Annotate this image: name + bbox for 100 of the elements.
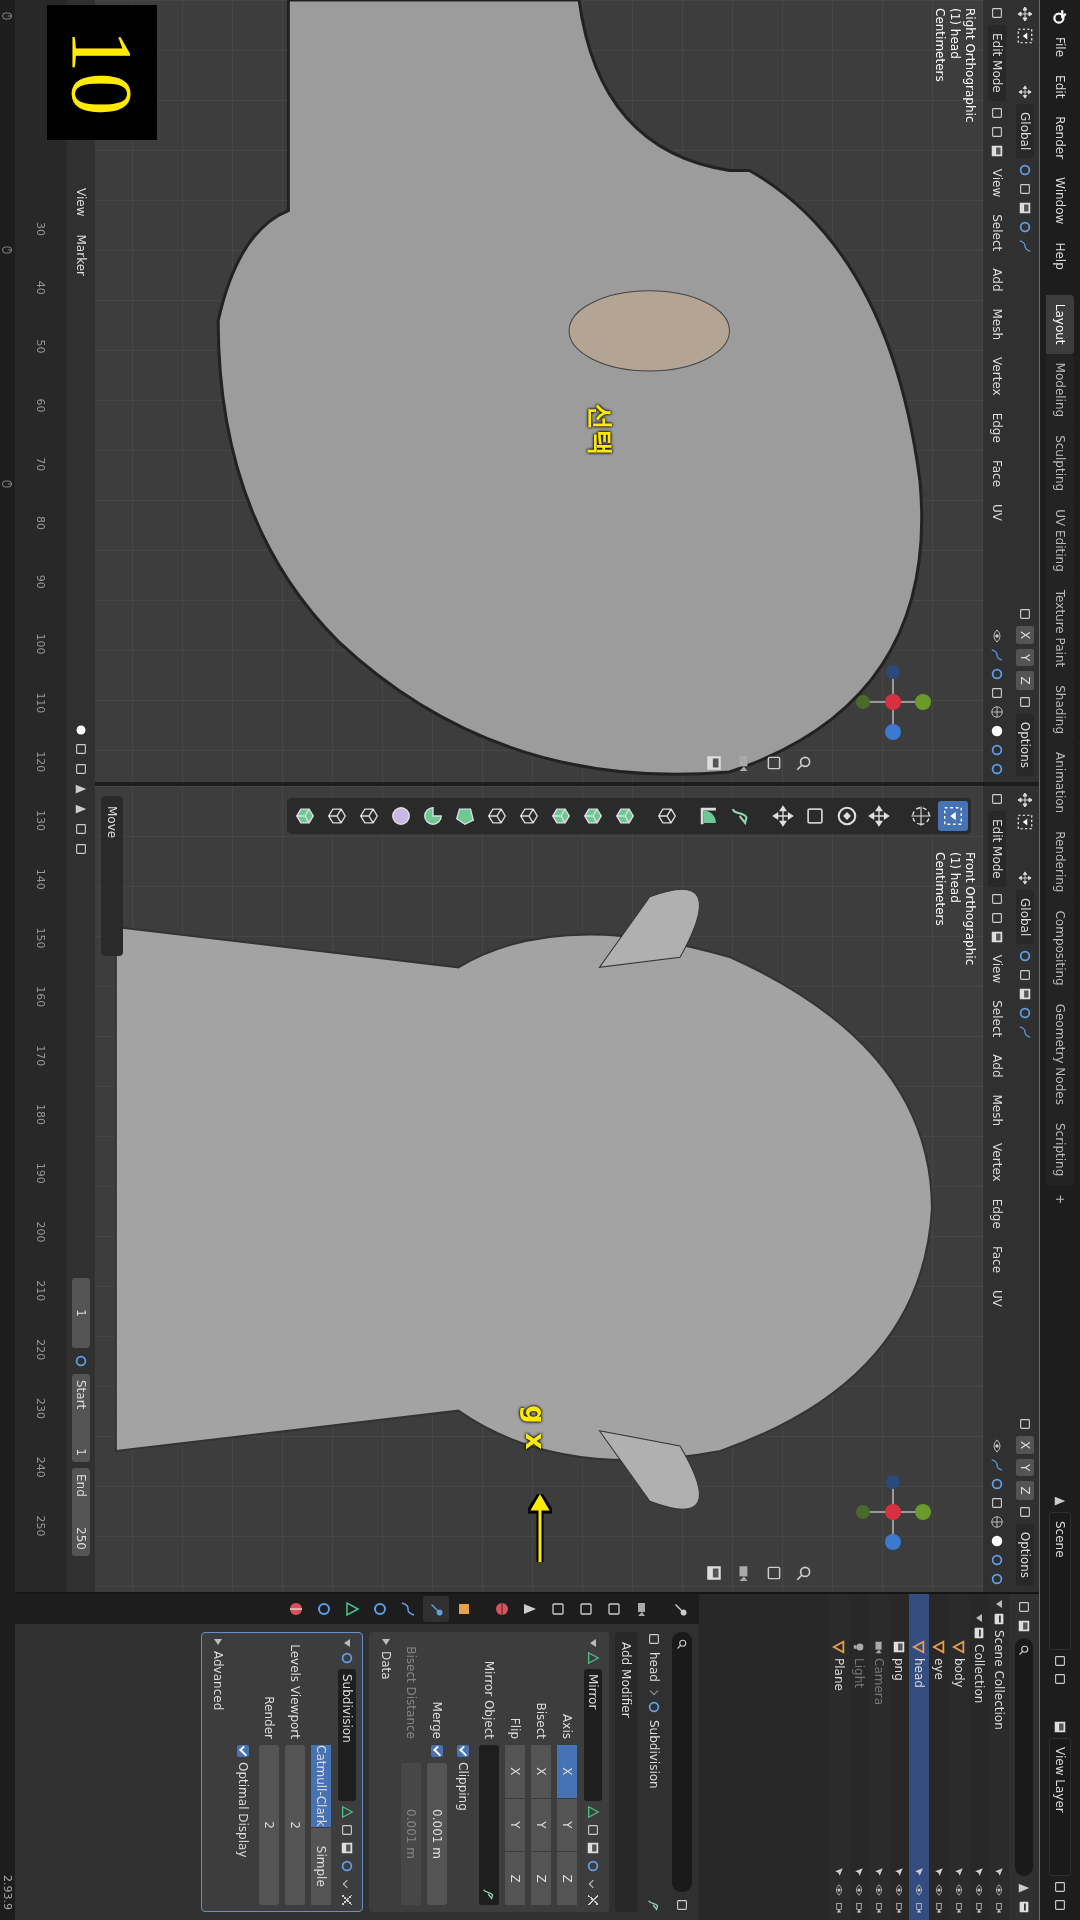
outliner-item-name: png bbox=[892, 1658, 906, 1683]
outliner-item-name: Collection bbox=[972, 1644, 986, 1706]
workspace-tab[interactable]: Texture Paint bbox=[1046, 580, 1074, 677]
end-frame-field[interactable]: End 250 bbox=[72, 1467, 90, 1556]
field-label: Bisect bbox=[534, 1701, 548, 1739]
header-menu[interactable]: Edge bbox=[987, 406, 1007, 449]
options-dropdown[interactable]: Options bbox=[1016, 713, 1034, 776]
axis-toggle[interactable]: Z bbox=[557, 1852, 577, 1905]
frame-number: 130 bbox=[34, 809, 48, 833]
frame-number: 220 bbox=[34, 1339, 48, 1363]
menu-item[interactable]: File bbox=[1050, 30, 1070, 65]
header-menu[interactable]: Edge bbox=[987, 1192, 1007, 1235]
header-menu[interactable]: Add bbox=[987, 1048, 1007, 1084]
header-menu[interactable]: Select bbox=[987, 208, 1007, 258]
mirror-axis-toggle[interactable]: X bbox=[1016, 625, 1034, 645]
operator-panel[interactable]: Move bbox=[101, 796, 123, 956]
workspace-tab[interactable]: Animation bbox=[1046, 743, 1074, 823]
mode-dropdown[interactable]: Edit Mode bbox=[988, 811, 1006, 887]
frame-number: 40 bbox=[34, 280, 48, 297]
merge-distance-field[interactable]: 0.001 m bbox=[427, 1763, 447, 1905]
axis-toggle[interactable]: Y bbox=[531, 1798, 551, 1852]
orientation-dropdown[interactable]: Global bbox=[1016, 890, 1034, 945]
mode-dropdown[interactable]: Edit Mode bbox=[988, 25, 1006, 101]
workspace-tab[interactable]: Compositing bbox=[1046, 901, 1074, 995]
header-menu[interactable]: Add bbox=[987, 262, 1007, 298]
current-frame-field[interactable]: 1 bbox=[72, 1277, 90, 1348]
subpanel-header[interactable]: Advanced bbox=[208, 1639, 228, 1905]
breadcrumb-object: head bbox=[647, 1652, 661, 1682]
object-label: (1) head bbox=[947, 852, 962, 905]
add-modifier-dropdown[interactable]: Add Modifier bbox=[615, 1632, 637, 1912]
frame-number: 150 bbox=[34, 927, 48, 951]
header-menu[interactable]: Vertex bbox=[987, 351, 1007, 402]
workspace-tab[interactable]: Rendering bbox=[1046, 822, 1074, 902]
start-frame-field[interactable]: Start 1 bbox=[72, 1373, 90, 1462]
workspace-tab[interactable]: Scripting bbox=[1046, 1113, 1074, 1186]
axis-toggle[interactable]: X bbox=[505, 1745, 525, 1798]
axis-toggle[interactable]: Z bbox=[531, 1852, 551, 1905]
timeline-menu[interactable]: Marker bbox=[71, 228, 91, 282]
outliner-row[interactable]: eye bbox=[929, 1594, 949, 1920]
modifier-name-field[interactable]: Subdivision bbox=[338, 1669, 356, 1801]
frame-number: 170 bbox=[34, 1045, 48, 1069]
clipping-checkbox[interactable]: Clipping bbox=[456, 1745, 470, 1811]
frame-number: 250 bbox=[34, 1515, 48, 1539]
header-menu[interactable]: Face bbox=[987, 453, 1007, 493]
workspace-tab[interactable]: Sculpting bbox=[1046, 426, 1074, 501]
workspace-tab[interactable]: Modeling bbox=[1046, 353, 1074, 427]
add-workspace-button[interactable]: + bbox=[1046, 1185, 1074, 1214]
header-menu[interactable]: Vertex bbox=[987, 1137, 1007, 1188]
annotation-text: g x bbox=[520, 1405, 550, 1450]
mirror-axis-toggle[interactable]: Z bbox=[1016, 671, 1034, 690]
header-menu[interactable]: Mesh bbox=[987, 302, 1007, 347]
view-name: Right Orthographic bbox=[962, 8, 977, 123]
method-toggle[interactable]: Catmull-Clark bbox=[311, 1745, 331, 1827]
step-number: 10 bbox=[47, 5, 157, 140]
axis-toggle[interactable]: X bbox=[557, 1745, 577, 1798]
outliner-item-name: Plane bbox=[832, 1658, 846, 1693]
menu-item[interactable]: Window bbox=[1050, 170, 1070, 232]
header-menu[interactable]: UV bbox=[987, 1284, 1007, 1313]
mirror-axis-toggle[interactable]: Z bbox=[1016, 1481, 1034, 1500]
axis-toggle[interactable]: Z bbox=[505, 1852, 525, 1905]
axis-toggle[interactable]: Y bbox=[505, 1798, 525, 1852]
header-menu[interactable]: View bbox=[987, 948, 1007, 990]
frame-number: 110 bbox=[34, 692, 48, 716]
outliner-row[interactable]: head bbox=[909, 1594, 929, 1920]
number-field[interactable]: 2 bbox=[259, 1745, 279, 1905]
menu-item[interactable]: Edit bbox=[1050, 68, 1070, 106]
frame-ruler[interactable]: 30 40 50 60 70 80 90 100 110 120 130 140 150 160 170 180 190 200 210 220 230 240 250 bbox=[15, 0, 67, 1592]
axis-toggle[interactable]: Y bbox=[557, 1798, 577, 1852]
axis-toggle[interactable]: X bbox=[531, 1745, 551, 1798]
mirror-axis-toggle[interactable]: X bbox=[1016, 1435, 1034, 1455]
field-label: Levels Viewport bbox=[288, 1643, 302, 1739]
workspace-tab[interactable]: Shading bbox=[1046, 676, 1074, 743]
menu-item[interactable]: Render bbox=[1050, 109, 1070, 167]
frame-number: 200 bbox=[34, 1221, 48, 1245]
modifier-name-field[interactable]: Mirror bbox=[584, 1669, 602, 1801]
mirror-axis-toggle[interactable]: Y bbox=[1016, 649, 1034, 667]
header-menu[interactable]: UV bbox=[987, 498, 1007, 527]
options-dropdown[interactable]: Options bbox=[1016, 1523, 1034, 1586]
optimal-display-checkbox[interactable]: Optimal Display bbox=[236, 1745, 250, 1858]
method-toggle[interactable]: Simple bbox=[311, 1827, 331, 1905]
frame-number: 140 bbox=[34, 868, 48, 892]
outliner-row[interactable]: png bbox=[889, 1594, 909, 1920]
timeline-menu[interactable]: View bbox=[71, 182, 91, 223]
menu-item[interactable]: Help bbox=[1050, 235, 1070, 277]
header-menu[interactable]: Select bbox=[987, 994, 1007, 1044]
workspace-tab[interactable]: UV Editing bbox=[1046, 500, 1074, 581]
mirror-axis-toggle[interactable]: Y bbox=[1016, 1459, 1034, 1477]
version-label: 2.93.9 bbox=[1, 1875, 14, 1910]
header-menu[interactable]: Face bbox=[987, 1239, 1007, 1279]
subpanel-header[interactable]: Data bbox=[376, 1639, 396, 1905]
orientation-dropdown[interactable]: Global bbox=[1016, 104, 1034, 159]
scene-field[interactable]: Scene bbox=[1049, 1512, 1071, 1650]
workspace-tab[interactable]: Layout bbox=[1046, 294, 1074, 354]
workspace-tab[interactable]: Geometry Nodes bbox=[1046, 994, 1074, 1114]
frame-number: 210 bbox=[34, 1280, 48, 1304]
outliner-row[interactable]: Collection bbox=[969, 1594, 989, 1920]
header-menu[interactable]: Mesh bbox=[987, 1088, 1007, 1133]
view-layer-field[interactable]: View Layer bbox=[1049, 1738, 1071, 1876]
number-field[interactable]: 2 bbox=[285, 1745, 305, 1905]
header-menu[interactable]: View bbox=[987, 162, 1007, 204]
